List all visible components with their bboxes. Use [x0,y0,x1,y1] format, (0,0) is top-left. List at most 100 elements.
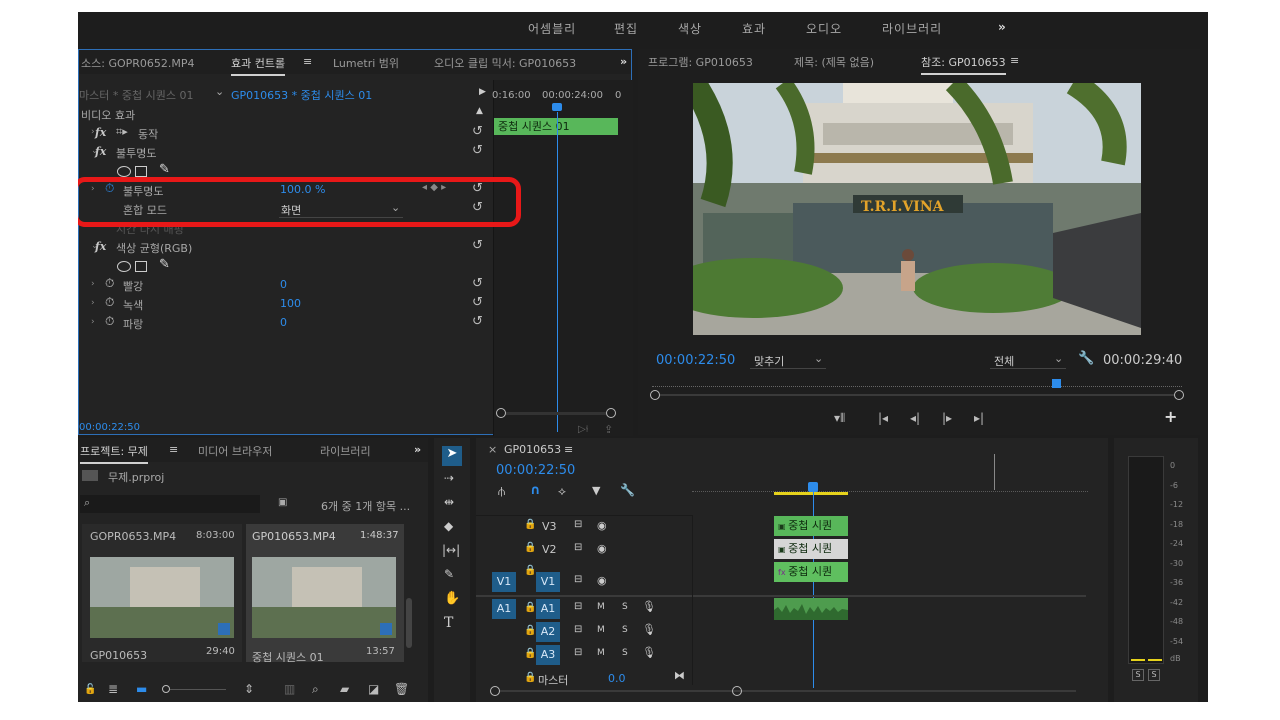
track-a1-label[interactable]: A1 [536,599,560,619]
solo-left-button[interactable]: S [1132,669,1144,681]
chevron-right-icon[interactable]: › [91,279,95,289]
track-v3-label[interactable]: V3 [542,520,557,533]
tab-audio-clip-mixer[interactable]: 오디오 클립 믹서: GP010653 [434,55,576,71]
lock-icon[interactable]: 🔒 [524,519,536,530]
slip-tool-icon[interactable]: |↔| [442,543,460,557]
rect-mask-icon[interactable] [135,166,147,177]
tab-effect-controls[interactable]: 효과 컨트롤 [231,55,286,76]
step-back-frame-icon[interactable]: ◂| [910,411,920,425]
linked-selection-icon[interactable]: ⟡ [558,484,566,499]
reset-icon[interactable]: ↺ [472,314,483,329]
new-item-icon[interactable]: ◪ [368,682,379,696]
workspace-effects[interactable]: 효과 [742,20,766,37]
automate-icon[interactable]: ▥ [284,682,295,696]
motion-row[interactable]: › fx ⌗▸ 동작 ↺ [79,124,493,143]
lock-icon[interactable]: 🔒 [524,625,536,636]
eye-icon[interactable]: ◉ [597,574,607,587]
pen-mask-icon[interactable]: ✎ [159,162,170,177]
mute-button[interactable]: M [597,625,605,635]
sequence-tab-name[interactable]: GP010653 [504,443,561,456]
green-value[interactable]: 100 [280,297,301,310]
zoom-track[interactable] [506,412,606,415]
razor-tool-icon[interactable]: ◆ [444,519,453,533]
microphone-icon[interactable]: 🎙 [642,600,656,613]
panel-more-icon[interactable]: » [620,55,627,68]
source-patch-a1[interactable]: A1 [492,599,516,619]
tab-reference[interactable]: 참조: GP010653 [921,54,1006,75]
hand-tool-icon[interactable]: ✋ [444,591,460,606]
lock-icon[interactable]: 🔒 [524,648,536,659]
solo-button[interactable]: S [622,648,628,658]
step-back-edit-icon[interactable]: |◂ [878,411,888,425]
ec-timecode[interactable]: 00:00:22:50 [79,422,140,433]
track-select-tool-icon[interactable]: ⇢ [444,471,454,485]
track-v2-label[interactable]: V2 [542,543,557,556]
workspace-assembly[interactable]: 어셈블리 [528,20,576,37]
project-item-1[interactable]: GOPR0653.MP4 8:03:00 GP010653 29:40 [82,524,242,662]
h-scroll-left[interactable] [490,686,500,696]
h-scroll-track[interactable] [500,690,1076,692]
source-patch-v1[interactable]: V1 [492,572,516,592]
eye-icon[interactable]: ◉ [597,542,607,555]
tab-menu-icon[interactable]: ≡ [303,55,312,68]
new-bin-from-search-icon[interactable]: ▣ [278,497,287,508]
zoom-handle-left[interactable] [496,408,506,418]
marker-icon[interactable]: ▾⦀ [834,411,845,426]
lock-icon[interactable]: 🔒 [524,602,536,613]
share-icon[interactable]: ⇪ [604,423,613,436]
solo-button[interactable]: S [622,602,628,612]
sync-lock-icon[interactable]: ⊟ [574,647,582,658]
wrench-icon[interactable]: 🔧 [1078,351,1094,366]
end-marker-icon[interactable]: ⧓ [674,669,685,682]
track-a2-label[interactable]: A2 [536,622,560,642]
opacity-group-row[interactable]: ⌄ fx 불투명도 ↺ [79,143,493,162]
red-value[interactable]: 0 [280,278,287,291]
workspace-more-icon[interactable]: » [998,20,1007,34]
play-triangle-icon[interactable]: ▶ [479,87,486,97]
program-ruler[interactable] [652,375,1182,387]
stopwatch-icon[interactable]: ⏱ [105,295,114,310]
h-scroll-right[interactable] [732,686,742,696]
clip-v2[interactable]: ▣ 중첩 시퀀 [774,539,848,559]
sync-lock-icon[interactable]: ⊟ [574,542,582,553]
sort-icon[interactable]: ⇕ [244,682,254,696]
mute-button[interactable]: M [597,648,605,658]
sync-lock-icon[interactable]: ⊟ [574,519,582,530]
tab-libraries[interactable]: 라이브러리 [320,443,371,459]
icon-view-icon[interactable]: ▬ [136,682,147,696]
stopwatch-icon[interactable]: ⏱ [105,276,114,291]
solo-right-button[interactable]: S [1148,669,1160,681]
workspace-audio[interactable]: 오디오 [806,20,842,37]
project-search-input[interactable]: ⌕ [80,495,260,513]
program-zoom-left[interactable] [650,390,660,400]
export-frame-icon[interactable]: ▷⫮ [578,424,588,435]
workspace-libraries[interactable]: 라이브러리 [882,20,942,37]
reset-icon[interactable]: ↺ [472,124,483,139]
close-icon[interactable]: × [488,443,497,456]
ec-clip-bar[interactable]: 중첩 시퀀스 01 [494,118,618,135]
playhead-marker[interactable] [552,103,562,111]
blue-value[interactable]: 0 [280,316,287,329]
workspace-color[interactable]: 색상 [678,20,702,37]
tab-program[interactable]: 프로그램: GP010653 [648,54,753,70]
clip-v1[interactable]: fx 중첩 시퀀 [774,562,848,582]
sync-lock-icon[interactable]: ⊟ [574,601,582,612]
tab-menu-icon[interactable]: ≡ [564,443,573,456]
sync-lock-icon[interactable]: ⊟ [574,624,582,635]
reset-icon[interactable]: ↺ [472,276,483,291]
workspace-edit[interactable]: 편집 [614,20,638,37]
step-forward-frame-icon[interactable]: |▸ [942,411,952,425]
chevron-right-icon[interactable]: › [91,317,95,327]
ellipse-mask-icon[interactable] [117,166,131,177]
solo-button[interactable]: S [622,625,628,635]
lock-icon[interactable]: 🔒 [524,542,536,553]
ellipse-mask-icon[interactable] [117,261,131,272]
program-zoom-right[interactable] [1174,390,1184,400]
pen-tool-icon[interactable]: ✎ [444,567,454,581]
reset-icon[interactable]: ↺ [472,143,483,158]
zoom-slider-handle[interactable] [162,685,170,693]
eye-icon[interactable]: ◉ [597,519,607,532]
chevron-down-icon[interactable]: ⌄ [215,85,224,98]
work-area-bar[interactable] [774,492,848,495]
green-row[interactable]: › ⏱ 녹색 100 ↺ [79,295,493,314]
